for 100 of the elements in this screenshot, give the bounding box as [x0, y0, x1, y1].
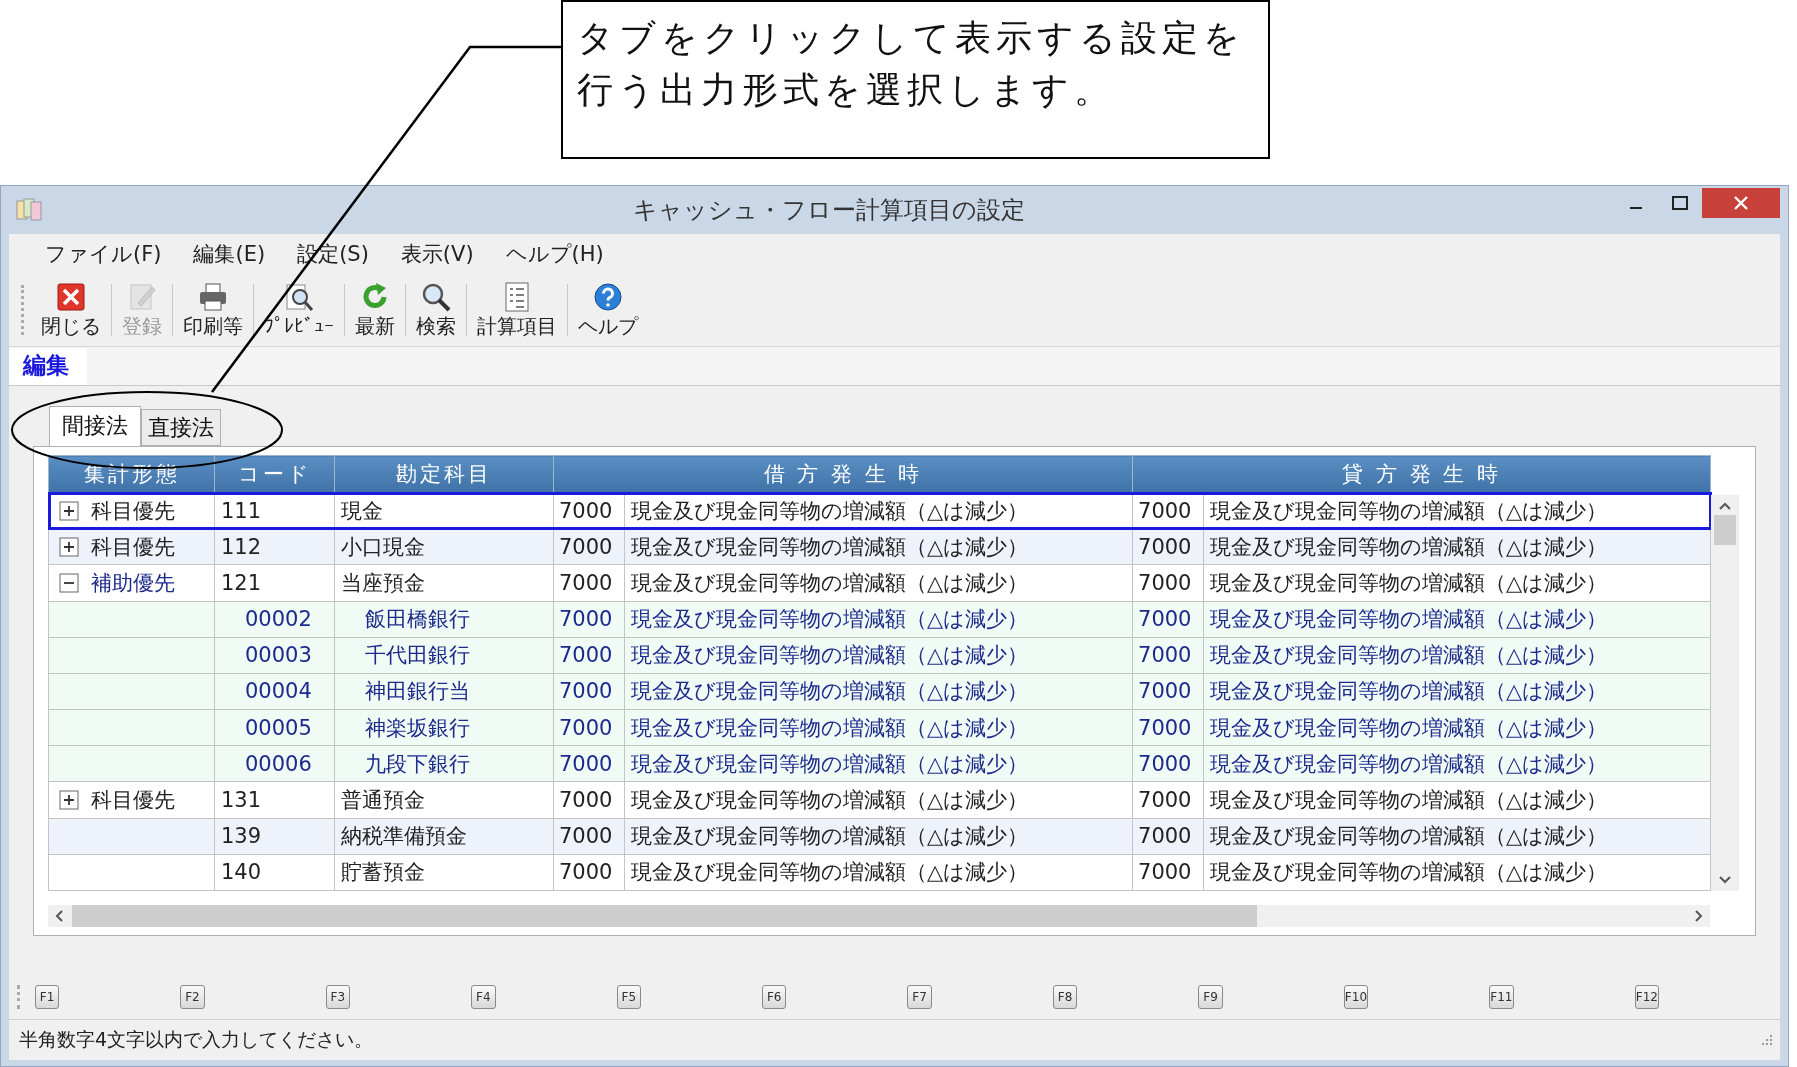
preview-icon	[283, 282, 315, 314]
table-cell: 現金及び現金同等物の増減額（△は減少）	[1203, 854, 1711, 891]
table-cell: 現金及び現金同等物の増減額（△は減少）	[624, 709, 1133, 746]
toolbar-button[interactable]: 検索	[408, 280, 464, 340]
table-cell: 現金及び現金同等物の増減額（△は減少）	[1203, 601, 1711, 638]
table-cell: 現金及び現金同等物の増減額（△は減少）	[1203, 492, 1711, 529]
menu-item[interactable]: ファイル(F)	[29, 240, 178, 268]
table-cell: 00004	[214, 673, 335, 710]
help-icon	[592, 280, 624, 313]
menu-item[interactable]: 編集(E)	[177, 240, 282, 268]
function-key-button[interactable]: F11	[1489, 985, 1514, 1009]
table-cell: 現金及び現金同等物の増減額（△は減少）	[624, 673, 1133, 710]
table-cell: 00002	[214, 601, 335, 638]
scrollbar-thumb[interactable]	[72, 905, 1257, 927]
table-cell: 7000	[1132, 637, 1204, 674]
expand-icon[interactable]	[59, 536, 79, 557]
close-icon	[1734, 196, 1748, 210]
table-cell-text: 科目優先	[91, 533, 175, 561]
function-key-button[interactable]: F4	[471, 985, 496, 1009]
table-cell: 7000	[1132, 492, 1204, 529]
function-key-button[interactable]: F1	[34, 985, 60, 1009]
table-row[interactable]: 00003 千代田銀行 7000 現金及び現金同等物の増減額（△は減少） 7000 現金及び現金同等物の増減額（△は減少）	[48, 637, 1711, 674]
table-cell: 7000	[1132, 854, 1204, 891]
table-row[interactable]: 科目優先 112 小口現金 7000 現金及び現金同等物の増減額（△は減少） 7000 現金及び現金同等物の増減額（△は減少）	[48, 528, 1711, 565]
tab[interactable]: 直接法	[141, 409, 221, 446]
table-row[interactable]: 00006 九段下銀行 7000 現金及び現金同等物の増減額（△は減少） 7000 現金及び現金同等物の増減額（△は減少）	[48, 745, 1711, 782]
function-key-button[interactable]: F5	[616, 985, 641, 1009]
table-cell: 現金及び現金同等物の増減額（△は減少）	[1203, 709, 1711, 746]
table-row[interactable]: 科目優先 131 普通預金 7000 現金及び現金同等物の増減額（△は減少） 7000 現金及び現金同等物の増減額（△は減少）	[48, 781, 1711, 819]
table-cell: 7000	[553, 673, 625, 710]
column-header: 勘定科目	[334, 455, 554, 493]
function-key-button[interactable]: F7	[907, 985, 932, 1009]
horizontal-scrollbar[interactable]	[48, 905, 1710, 927]
table-cell: 7000	[1132, 528, 1204, 565]
table-cell: 現金及び現金同等物の増減額（△は減少）	[1203, 781, 1711, 819]
table-cell: 131	[214, 781, 335, 819]
table-cell-text: 科目優先	[91, 497, 175, 525]
table-cell: 現金及び現金同等物の増減額（△は減少）	[624, 745, 1133, 782]
table-cell: 現金及び現金同等物の増減額（△は減少）	[1203, 673, 1711, 710]
column-header: コード	[214, 455, 335, 493]
toolbar-button[interactable]: 閉じる	[33, 280, 109, 340]
function-key-button[interactable]: F12	[1634, 985, 1660, 1009]
table-cell: 00005	[214, 709, 335, 746]
table-row[interactable]: 00005 神楽坂銀行 7000 現金及び現金同等物の増減額（△は減少） 7000 現金及び現金同等物の増減額（△は減少）	[48, 709, 1711, 746]
chevron-left-icon[interactable]	[54, 909, 64, 923]
table-cell: 現金及び現金同等物の増減額（△は減少）	[624, 854, 1133, 891]
function-key-button[interactable]: F10	[1343, 985, 1369, 1009]
chevron-up-icon[interactable]	[1718, 501, 1733, 511]
table-cell: 貯蓄預金	[334, 854, 554, 891]
column-header: 貸 方 発 生 時	[1132, 455, 1711, 493]
function-key-button[interactable]: F6	[762, 985, 787, 1009]
expand-icon[interactable]	[59, 789, 79, 810]
toolbar-button[interactable]: ﾌﾟﾚﾋﾞｭｰ	[256, 282, 342, 338]
scrollbar-thumb[interactable]	[1714, 515, 1737, 545]
function-key-button[interactable]: F9	[1198, 985, 1223, 1009]
table-row[interactable]: 補助優先 121 当座預金 7000 現金及び現金同等物の増減額（△は減少） 7000 現金及び現金同等物の増減額（△は減少）	[48, 564, 1711, 601]
function-key-button[interactable]: F8	[1052, 985, 1078, 1009]
table-cell: 現金及び現金同等物の増減額（△は減少）	[1203, 528, 1711, 565]
table-row[interactable]: 140 貯蓄預金 7000 現金及び現金同等物の増減額（△は減少） 7000 現金及び現金同等物の増減額（△は減少）	[48, 854, 1711, 891]
table-cell-text: 科目優先	[91, 786, 175, 814]
collapse-icon[interactable]	[59, 572, 79, 593]
table-row[interactable]: 00004 神田銀行当 7000 現金及び現金同等物の増減額（△は減少） 7000 現金及び現金同等物の増減額（△は減少）	[48, 673, 1711, 710]
menu-item[interactable]: 表示(V)	[384, 240, 490, 268]
expand-icon[interactable]	[59, 500, 79, 521]
table-cell: 7000	[553, 637, 625, 674]
toolbar-button[interactable]: ヘルプ	[570, 280, 646, 340]
table-cell: 7000	[553, 492, 625, 529]
table-cell: 現金及び現金同等物の増減額（△は減少）	[624, 528, 1133, 565]
toolbar-button[interactable]: 印刷等	[175, 280, 251, 340]
vertical-scrollbar[interactable]	[1711, 495, 1740, 891]
table-cell: 現金及び現金同等物の増減額（△は減少）	[624, 601, 1133, 638]
table-row[interactable]: 139 納税準備預金 7000 現金及び現金同等物の増減額（△は減少） 7000 現金及び現金同等物の増減額（△は減少）	[48, 818, 1711, 855]
function-key-button[interactable]: F2	[180, 985, 205, 1009]
toolbar-button[interactable]: 最新	[347, 280, 403, 340]
table-row[interactable]: 科目優先 111 現金 7000 現金及び現金同等物の増減額（△は減少） 7000 現金及び現金同等物の増減額（△は減少）	[48, 492, 1711, 529]
close-icon	[55, 280, 87, 313]
table-cell: 現金	[334, 492, 554, 529]
close-button[interactable]	[1702, 188, 1780, 218]
table-cell: 神楽坂銀行	[334, 709, 554, 746]
table-cell: 千代田銀行	[334, 637, 554, 674]
table-cell: 7000	[553, 745, 625, 782]
table-row[interactable]: 00002 飯田橋銀行 7000 現金及び現金同等物の増減額（△は減少） 7000 現金及び現金同等物の増減額（△は減少）	[48, 601, 1711, 638]
table-cell: 7000	[553, 854, 625, 891]
table-cell: 121	[214, 564, 335, 601]
table-cell: 139	[214, 818, 335, 855]
tab[interactable]: 間接法	[49, 406, 141, 447]
table-cell: 7000	[553, 818, 625, 855]
mode-tab[interactable]: 編集	[9, 348, 87, 385]
table-cell: 7000	[1132, 673, 1204, 710]
chevron-down-icon[interactable]	[1718, 875, 1733, 885]
table-cell: 普通預金	[334, 781, 554, 819]
toolbar-button[interactable]: 計算項目	[469, 280, 565, 340]
function-key-button[interactable]: F3	[325, 985, 351, 1009]
table-cell: 7000	[553, 564, 625, 601]
status-text: 半角数字4文字以内で入力してください。	[19, 1027, 374, 1052]
table-cell: 当座預金	[334, 564, 554, 601]
table-cell: 7000	[1132, 745, 1204, 782]
table-cell: 7000	[1132, 709, 1204, 746]
menu-item[interactable]: ヘルプ(H)	[489, 240, 620, 268]
chevron-right-icon[interactable]	[1694, 909, 1704, 923]
